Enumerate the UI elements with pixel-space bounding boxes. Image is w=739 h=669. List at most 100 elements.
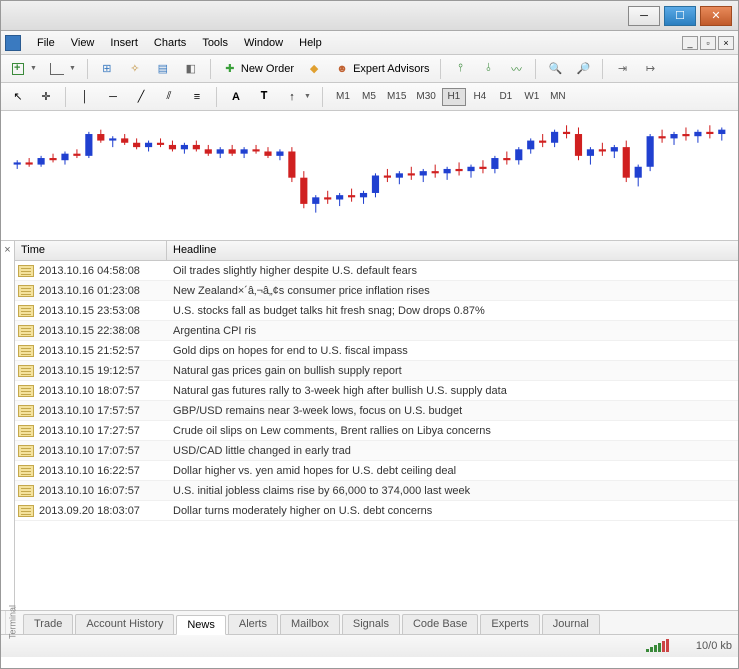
cursor-icon: ↖ xyxy=(10,89,26,105)
timeframe-w1[interactable]: W1 xyxy=(520,88,544,106)
crosshair-icon: ✛ xyxy=(38,89,54,105)
trendline-button[interactable]: ╱ xyxy=(130,87,152,107)
navigator-button[interactable]: ✧ xyxy=(124,59,146,79)
news-row[interactable]: 2013.10.10 18:07:57Natural gas futures r… xyxy=(15,381,738,401)
news-row[interactable]: 2013.10.10 16:07:57U.S. initial jobless … xyxy=(15,481,738,501)
title-bar: ─ ☐ ✕ xyxy=(1,1,738,31)
news-headline: GBP/USD remains near 3-week lows, focus … xyxy=(167,405,738,417)
status-bar: 10/0 kb xyxy=(1,635,738,657)
tab-mailbox[interactable]: Mailbox xyxy=(280,614,340,634)
minimize-button[interactable]: ─ xyxy=(628,6,660,26)
panel-close-button[interactable]: × xyxy=(1,241,15,610)
timeframe-h4[interactable]: H4 xyxy=(468,88,492,106)
menu-help[interactable]: Help xyxy=(291,34,330,52)
news-time: 2013.10.15 22:38:08 xyxy=(39,325,167,337)
tab-signals[interactable]: Signals xyxy=(342,614,400,634)
news-row[interactable]: 2013.10.10 17:27:57Crude oil slips on Le… xyxy=(15,421,738,441)
new-order-button[interactable]: ✚ New Order xyxy=(219,59,297,79)
news-row[interactable]: 2013.10.16 01:23:08New Zealand×´â‚¬â„¢s … xyxy=(15,281,738,301)
line-chart-button[interactable]: 〰 xyxy=(505,59,527,79)
chart-area[interactable] xyxy=(1,111,738,241)
mdi-close-button[interactable]: × xyxy=(718,36,734,50)
candlestick-button[interactable]: ⫰ xyxy=(477,59,499,79)
text-button[interactable]: A xyxy=(225,87,247,107)
expert-advisors-button[interactable]: ☻ Expert Advisors xyxy=(331,59,432,79)
news-row[interactable]: 2013.10.10 16:22:57Dollar higher vs. yen… xyxy=(15,461,738,481)
menu-view[interactable]: View xyxy=(63,34,103,52)
timeframe-h1[interactable]: H1 xyxy=(442,88,466,106)
new-order-icon: ✚ xyxy=(222,61,238,77)
news-time: 2013.10.16 04:58:08 xyxy=(39,265,167,277)
channel-button[interactable]: ⫽ xyxy=(158,87,180,107)
column-header-headline[interactable]: Headline xyxy=(167,241,738,260)
news-row[interactable]: 2013.10.15 23:53:08U.S. stocks fall as b… xyxy=(15,301,738,321)
menu-insert[interactable]: Insert xyxy=(102,34,146,52)
cursor-button[interactable]: ↖ xyxy=(7,87,29,107)
news-icon xyxy=(18,465,34,477)
menu-charts[interactable]: Charts xyxy=(146,34,194,52)
chart-shift-button[interactable]: ↦ xyxy=(639,59,661,79)
timeframe-d1[interactable]: D1 xyxy=(494,88,518,106)
new-chart-button[interactable]: ▼ xyxy=(7,59,40,79)
news-headline: Natural gas prices gain on bullish suppl… xyxy=(167,365,738,377)
arrows-button[interactable]: ↑▼ xyxy=(281,87,314,107)
news-icon xyxy=(18,485,34,497)
tab-experts[interactable]: Experts xyxy=(480,614,539,634)
meta-quotes-button[interactable]: ◆ xyxy=(303,59,325,79)
close-button[interactable]: ✕ xyxy=(700,6,732,26)
tab-code-base[interactable]: Code Base xyxy=(402,614,478,634)
news-row[interactable]: 2013.10.10 17:07:57USD/CAD little change… xyxy=(15,441,738,461)
news-row[interactable]: 2013.10.16 04:58:08Oil trades slightly h… xyxy=(15,261,738,281)
news-row[interactable]: 2013.09.20 18:03:07Dollar turns moderate… xyxy=(15,501,738,521)
horizontal-line-button[interactable]: ─ xyxy=(102,87,124,107)
mdi-minimize-button[interactable]: _ xyxy=(682,36,698,50)
timeframe-m1[interactable]: M1 xyxy=(331,88,355,106)
bar-chart-button[interactable]: ⫯ xyxy=(449,59,471,79)
news-time: 2013.10.15 23:53:08 xyxy=(39,305,167,317)
terminal-tabs: Terminal TradeAccount HistoryNewsAlertsM… xyxy=(1,611,738,635)
text-label-button[interactable]: 𝐓 xyxy=(253,87,275,107)
market-watch-button[interactable]: ⊞ xyxy=(96,59,118,79)
tab-journal[interactable]: Journal xyxy=(542,614,600,634)
menu-file[interactable]: File xyxy=(29,34,63,52)
tab-alerts[interactable]: Alerts xyxy=(228,614,278,634)
fibonacci-button[interactable]: ≡ xyxy=(186,87,208,107)
news-row[interactable]: 2013.10.15 19:12:57Natural gas prices ga… xyxy=(15,361,738,381)
timeframe-m30[interactable]: M30 xyxy=(412,88,439,106)
news-time: 2013.10.10 17:07:57 xyxy=(39,445,167,457)
strategy-tester-button[interactable]: ◧ xyxy=(180,59,202,79)
tab-trade[interactable]: Trade xyxy=(23,614,73,634)
vertical-line-button[interactable]: │ xyxy=(74,87,96,107)
news-headline: Dollar higher vs. yen amid hopes for U.S… xyxy=(167,465,738,477)
zoom-in-icon: 🔍 xyxy=(547,61,563,77)
column-header-time[interactable]: Time xyxy=(15,241,167,260)
crosshair-button[interactable]: ✛ xyxy=(35,87,57,107)
tab-account-history[interactable]: Account History xyxy=(75,614,174,634)
timeframe-m5[interactable]: M5 xyxy=(357,88,381,106)
maximize-button[interactable]: ☐ xyxy=(664,6,696,26)
menu-window[interactable]: Window xyxy=(236,34,291,52)
news-headline: Crude oil slips on Lew comments, Brent r… xyxy=(167,425,738,437)
zoom-in-button[interactable]: 🔍 xyxy=(544,59,566,79)
profiles-button[interactable]: ▼ xyxy=(46,59,79,79)
expert-advisors-icon: ☻ xyxy=(334,61,350,77)
news-time: 2013.10.10 18:07:57 xyxy=(39,385,167,397)
tab-news[interactable]: News xyxy=(176,615,226,635)
news-row[interactable]: 2013.10.15 22:38:08Argentina CPI ris xyxy=(15,321,738,341)
traffic-status: 10/0 kb xyxy=(696,640,732,652)
terminal-button[interactable]: ▤ xyxy=(152,59,174,79)
auto-scroll-button[interactable]: ⇥ xyxy=(611,59,633,79)
news-rows-container: 2013.10.16 04:58:08Oil trades slightly h… xyxy=(15,261,738,610)
news-headline: Gold dips on hopes for end to U.S. fisca… xyxy=(167,345,738,357)
news-header-row: Time Headline xyxy=(15,241,738,261)
news-time: 2013.10.16 01:23:08 xyxy=(39,285,167,297)
mdi-restore-button[interactable]: ▫ xyxy=(700,36,716,50)
timeframe-m15[interactable]: M15 xyxy=(383,88,410,106)
news-row[interactable]: 2013.10.10 17:57:57GBP/USD remains near … xyxy=(15,401,738,421)
menu-tools[interactable]: Tools xyxy=(194,34,236,52)
zoom-out-button[interactable]: 🔎 xyxy=(572,59,594,79)
news-headline: Dollar turns moderately higher on U.S. d… xyxy=(167,505,738,517)
news-row[interactable]: 2013.10.15 21:52:57Gold dips on hopes fo… xyxy=(15,341,738,361)
timeframe-mn[interactable]: MN xyxy=(546,88,570,106)
news-icon xyxy=(18,505,34,517)
